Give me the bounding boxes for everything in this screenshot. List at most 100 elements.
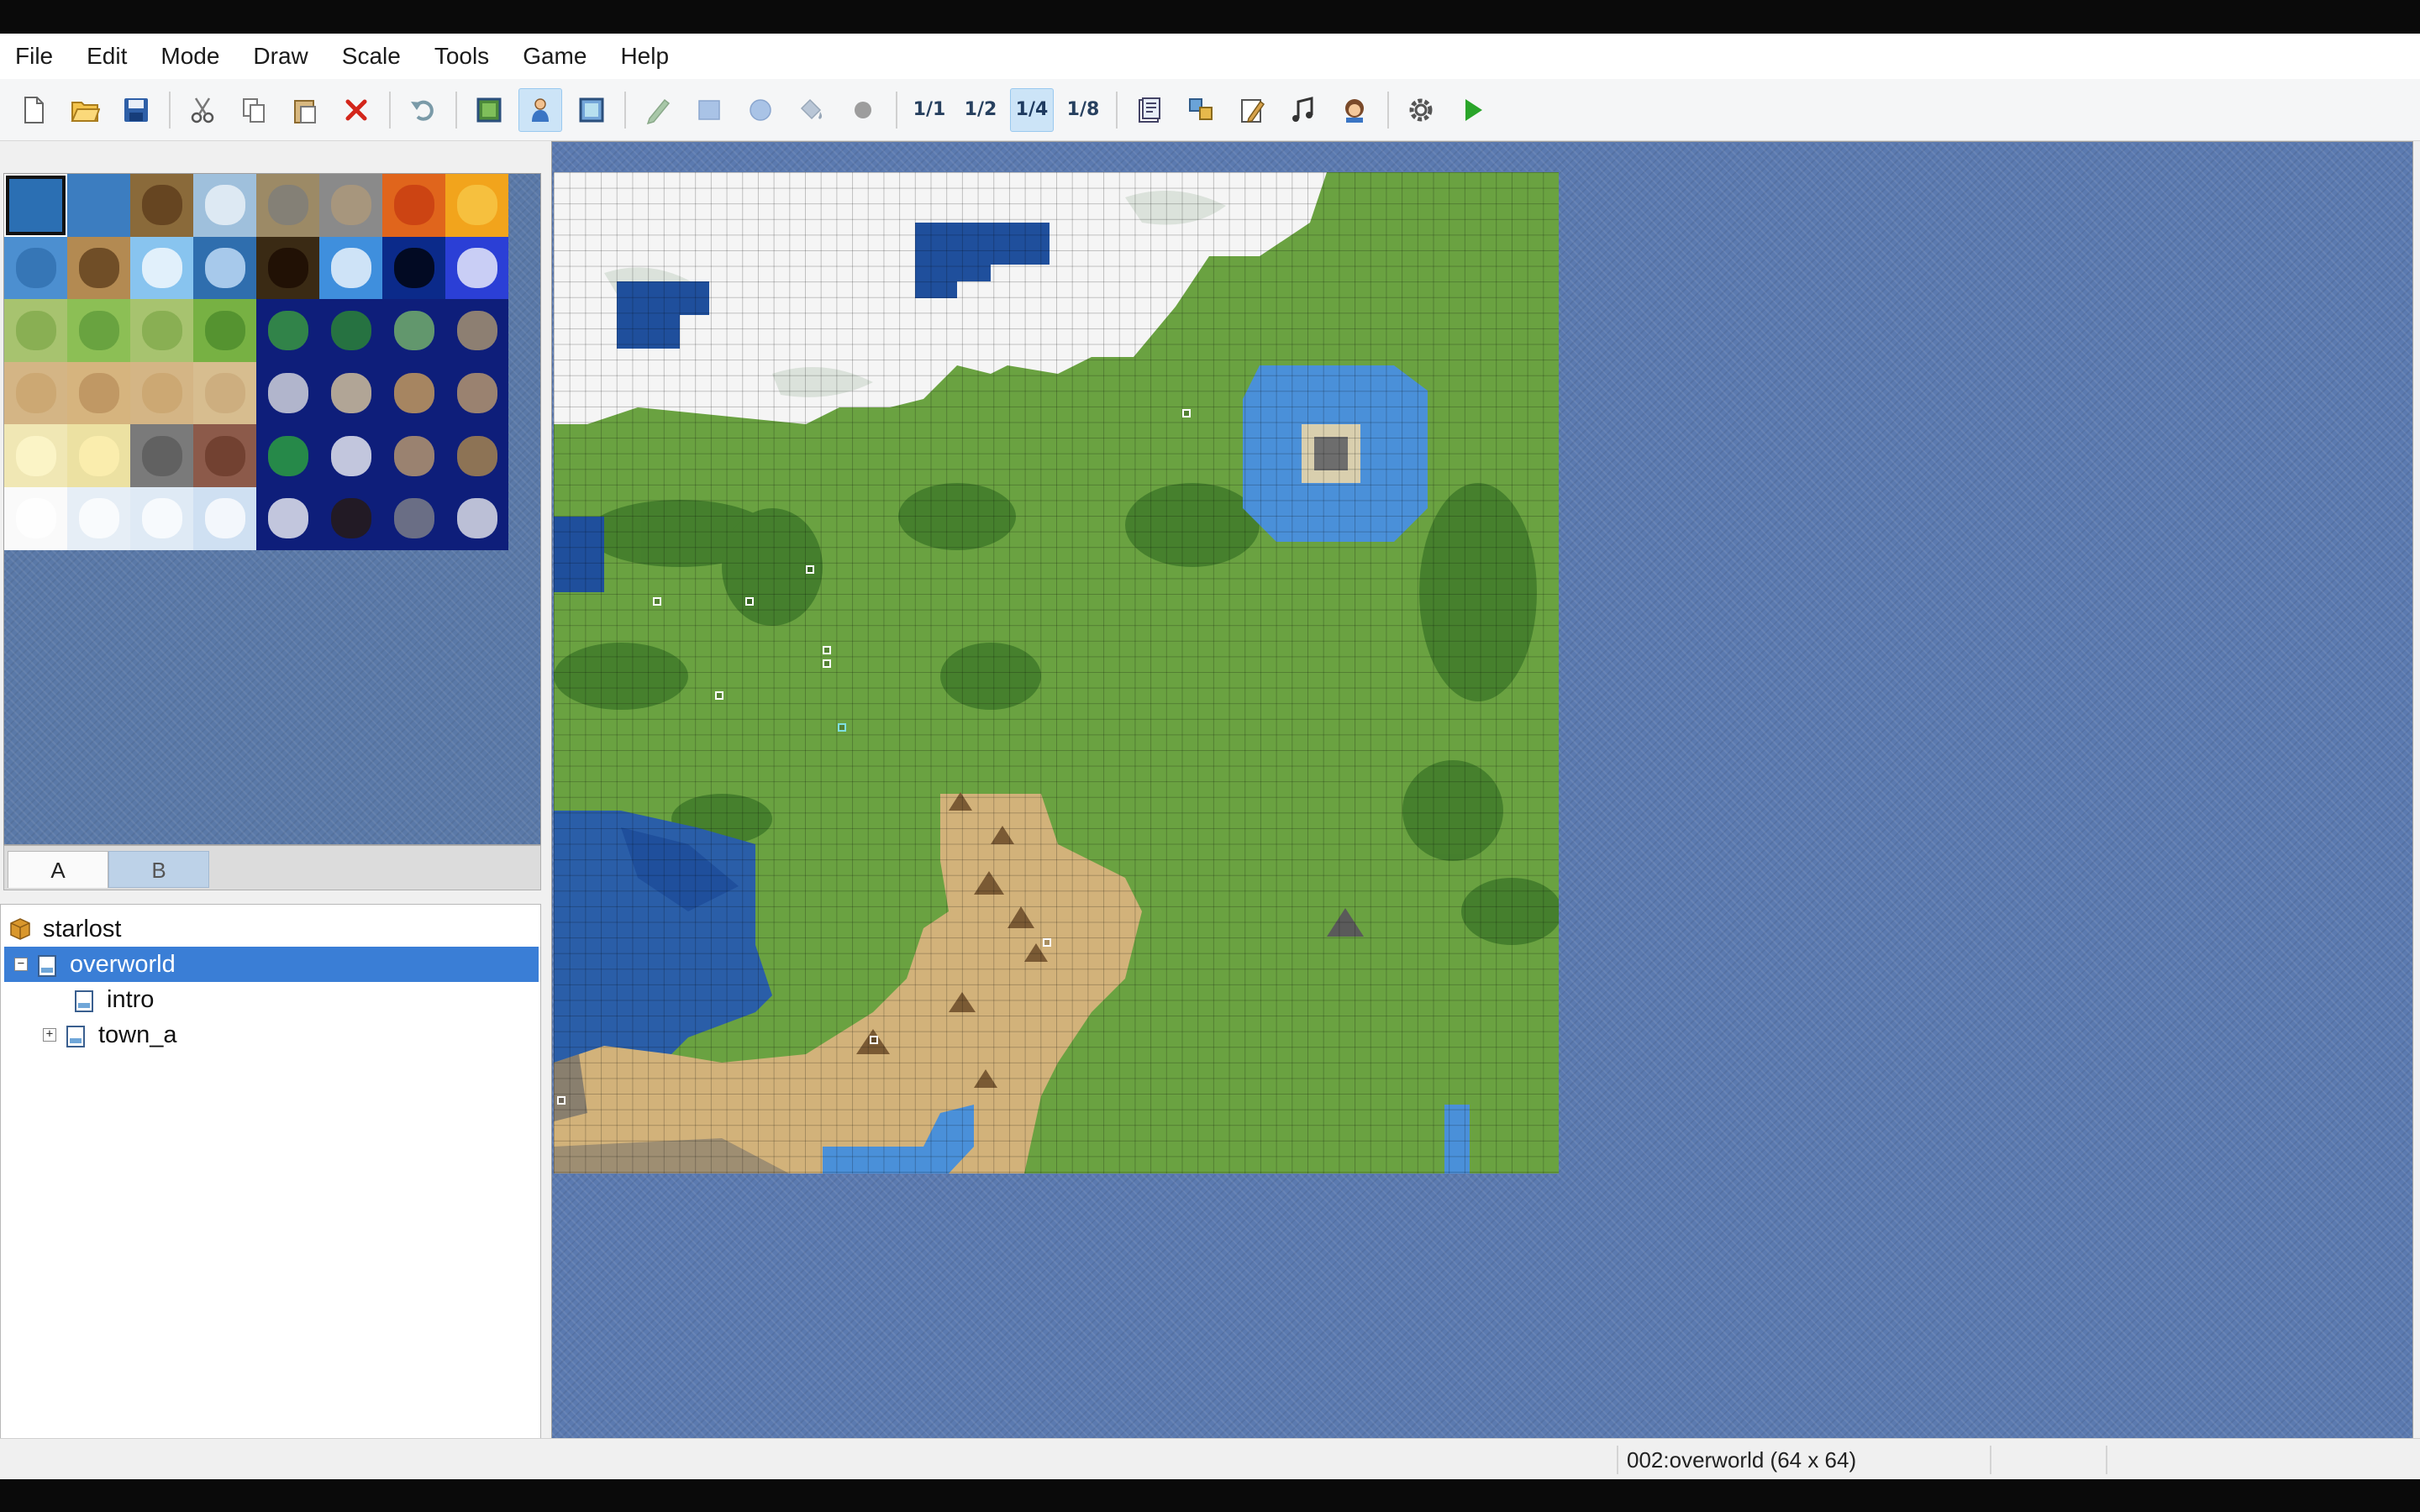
tile-swatch[interactable] (4, 424, 67, 487)
tile-swatch[interactable] (67, 236, 130, 300)
tile-swatch[interactable] (256, 236, 319, 300)
tile-swatch[interactable] (382, 486, 445, 550)
layer-dim-icon[interactable] (570, 88, 613, 132)
menu-scale[interactable]: Scale (325, 34, 418, 79)
zoom-1-1-icon[interactable]: 1/1 (908, 88, 951, 132)
menu-draw[interactable]: Draw (236, 34, 324, 79)
tile-swatch[interactable] (382, 236, 445, 300)
tile-swatch[interactable] (445, 424, 508, 487)
copy-icon[interactable] (232, 88, 276, 132)
tree-item-project[interactable]: starlost (8, 911, 121, 947)
paste-icon[interactable] (283, 88, 327, 132)
tile-swatch[interactable] (193, 424, 256, 487)
tile-swatch[interactable] (256, 174, 319, 237)
tile-swatch[interactable] (4, 236, 67, 300)
tab-a[interactable]: A (8, 851, 108, 888)
event-marker[interactable] (1182, 409, 1191, 417)
flood-fill-icon[interactable] (790, 88, 834, 132)
tab-b[interactable]: B (108, 851, 209, 888)
event-marker[interactable] (715, 691, 723, 700)
menu-help[interactable]: Help (603, 34, 686, 79)
menu-tools[interactable]: Tools (418, 34, 506, 79)
tile-swatch[interactable] (193, 236, 256, 300)
zoom-1-2-icon[interactable]: 1/2 (959, 88, 1002, 132)
tree-item-intro[interactable]: intro (73, 982, 154, 1017)
tile-swatch[interactable] (67, 174, 130, 237)
collapse-icon[interactable]: − (14, 958, 28, 971)
tile-swatch[interactable] (130, 424, 193, 487)
tile-swatch[interactable] (319, 424, 382, 487)
tile-swatch[interactable] (319, 361, 382, 425)
menu-file[interactable]: File (0, 34, 70, 79)
tile-swatch[interactable] (67, 486, 130, 550)
tile-swatch[interactable] (256, 424, 319, 487)
map-viewport[interactable] (551, 141, 2413, 1468)
resource-manager-icon[interactable] (1179, 88, 1223, 132)
tile-swatch[interactable] (130, 299, 193, 362)
pencil-icon[interactable] (636, 88, 680, 132)
tile-swatch[interactable] (67, 361, 130, 425)
open-folder-icon[interactable] (63, 88, 107, 132)
database-icon[interactable] (1128, 88, 1171, 132)
tile-swatch[interactable] (445, 361, 508, 425)
tile-swatch[interactable] (4, 299, 67, 362)
event-marker[interactable] (870, 1036, 878, 1044)
tile-swatch[interactable] (256, 299, 319, 362)
new-file-icon[interactable] (12, 88, 55, 132)
tile-swatch[interactable] (193, 299, 256, 362)
tile-swatch[interactable] (193, 486, 256, 550)
menu-mode[interactable]: Mode (144, 34, 236, 79)
tile-swatch[interactable] (382, 361, 445, 425)
character-generator-icon[interactable] (1333, 88, 1376, 132)
tile-swatch[interactable] (4, 361, 67, 425)
shadow-pen-icon[interactable] (841, 88, 885, 132)
expand-icon[interactable]: + (43, 1028, 56, 1042)
tile-swatch[interactable] (193, 174, 256, 237)
map-canvas[interactable] (554, 172, 1559, 1173)
options-icon[interactable] (1399, 88, 1443, 132)
tile-swatch[interactable] (319, 486, 382, 550)
layer-event-icon[interactable] (518, 87, 562, 132)
tile-swatch[interactable] (319, 299, 382, 362)
tile-swatch[interactable] (193, 361, 256, 425)
undo-icon[interactable] (401, 88, 445, 132)
event-marker[interactable] (823, 659, 831, 668)
tile-swatch[interactable] (319, 236, 382, 300)
tile-swatch[interactable] (256, 486, 319, 550)
tile-swatch[interactable] (445, 174, 508, 237)
save-icon[interactable] (114, 88, 158, 132)
event-marker[interactable] (745, 597, 754, 606)
tile-swatch[interactable] (445, 236, 508, 300)
cut-icon[interactable] (181, 88, 224, 132)
menu-game[interactable]: Game (506, 34, 603, 79)
menu-edit[interactable]: Edit (70, 34, 144, 79)
delete-icon[interactable] (334, 88, 378, 132)
sound-test-icon[interactable] (1281, 88, 1325, 132)
tile-swatch[interactable] (130, 361, 193, 425)
tile-swatch[interactable] (67, 424, 130, 487)
event-marker[interactable] (653, 597, 661, 606)
playtest-icon[interactable] (1450, 88, 1494, 132)
tile-swatch[interactable] (382, 174, 445, 237)
zoom-1-8-icon[interactable]: 1/8 (1061, 88, 1105, 132)
tile-swatch[interactable] (130, 486, 193, 550)
tree-item-overworld[interactable]: − overworld (4, 947, 539, 982)
tile-swatch[interactable] (130, 236, 193, 300)
event-marker[interactable] (838, 723, 846, 732)
event-marker[interactable] (806, 565, 814, 574)
tile-swatch[interactable] (4, 486, 67, 550)
tile-swatch[interactable] (445, 299, 508, 362)
tile-swatch[interactable] (445, 486, 508, 550)
event-marker[interactable] (557, 1096, 566, 1105)
palette-scrollbar[interactable] (508, 174, 540, 844)
event-marker[interactable] (1043, 938, 1051, 947)
tile-swatch[interactable] (130, 174, 193, 237)
tile-swatch[interactable] (4, 174, 67, 237)
tile-swatch[interactable] (67, 299, 130, 362)
tile-swatch[interactable] (382, 299, 445, 362)
tile-swatch[interactable] (256, 361, 319, 425)
zoom-1-4-icon[interactable]: 1/4 (1010, 87, 1054, 132)
rectangle-icon[interactable] (687, 88, 731, 132)
event-marker[interactable] (823, 646, 831, 654)
script-editor-icon[interactable] (1230, 88, 1274, 132)
